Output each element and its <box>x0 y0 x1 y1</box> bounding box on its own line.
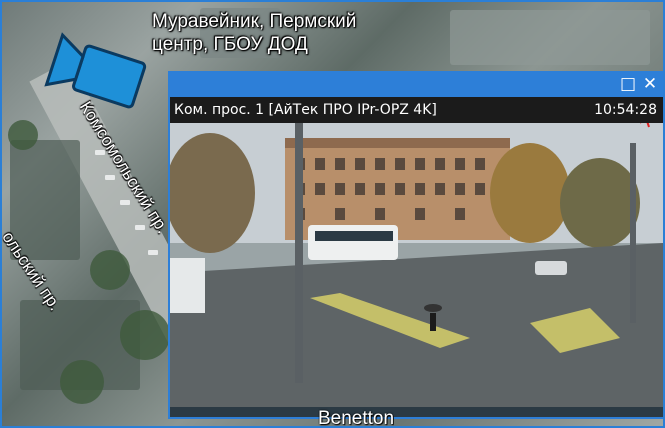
camera-marker-icon[interactable] <box>38 30 158 120</box>
video-frame <box>170 123 663 409</box>
map-car <box>135 225 145 230</box>
camera-window[interactable]: □ ✕ Ком. прос. 1 [АйТек ПРО IPr-OPZ 4K] … <box>168 71 665 419</box>
place-label: Муравейник, Пермский центр, ГБОУ ДОД <box>152 10 356 56</box>
camera-time: 10:54:28 <box>594 102 657 118</box>
running-person-icon <box>640 123 650 128</box>
camera-name: Ком. прос. 1 [АйТек ПРО IPr-OPZ 4K] <box>174 102 437 118</box>
window-titlebar[interactable]: □ ✕ <box>170 73 663 97</box>
map-car <box>120 200 130 205</box>
map-tree <box>8 120 38 150</box>
map-tree <box>120 310 170 360</box>
camera-video-feed[interactable] <box>170 123 663 409</box>
map-label-bottom: Benetton <box>318 408 395 428</box>
map-car <box>105 175 115 180</box>
map-car <box>148 250 158 255</box>
camera-footer <box>170 407 663 417</box>
place-label-line-2: центр, ГБОУ ДОД <box>152 34 308 55</box>
map-view[interactable]: Муравейник, Пермский центр, ГБОУ ДОД Ком… <box>0 0 665 428</box>
place-label-line-1: Муравейник, Пермский <box>152 11 357 32</box>
map-tree <box>60 360 104 404</box>
close-button[interactable]: ✕ <box>641 75 659 93</box>
map-tree <box>90 250 130 290</box>
camera-header: Ком. прос. 1 [АйТек ПРО IPr-OPZ 4K] 10:5… <box>170 97 663 123</box>
map-block <box>450 10 650 65</box>
maximize-button[interactable]: □ <box>619 75 637 93</box>
